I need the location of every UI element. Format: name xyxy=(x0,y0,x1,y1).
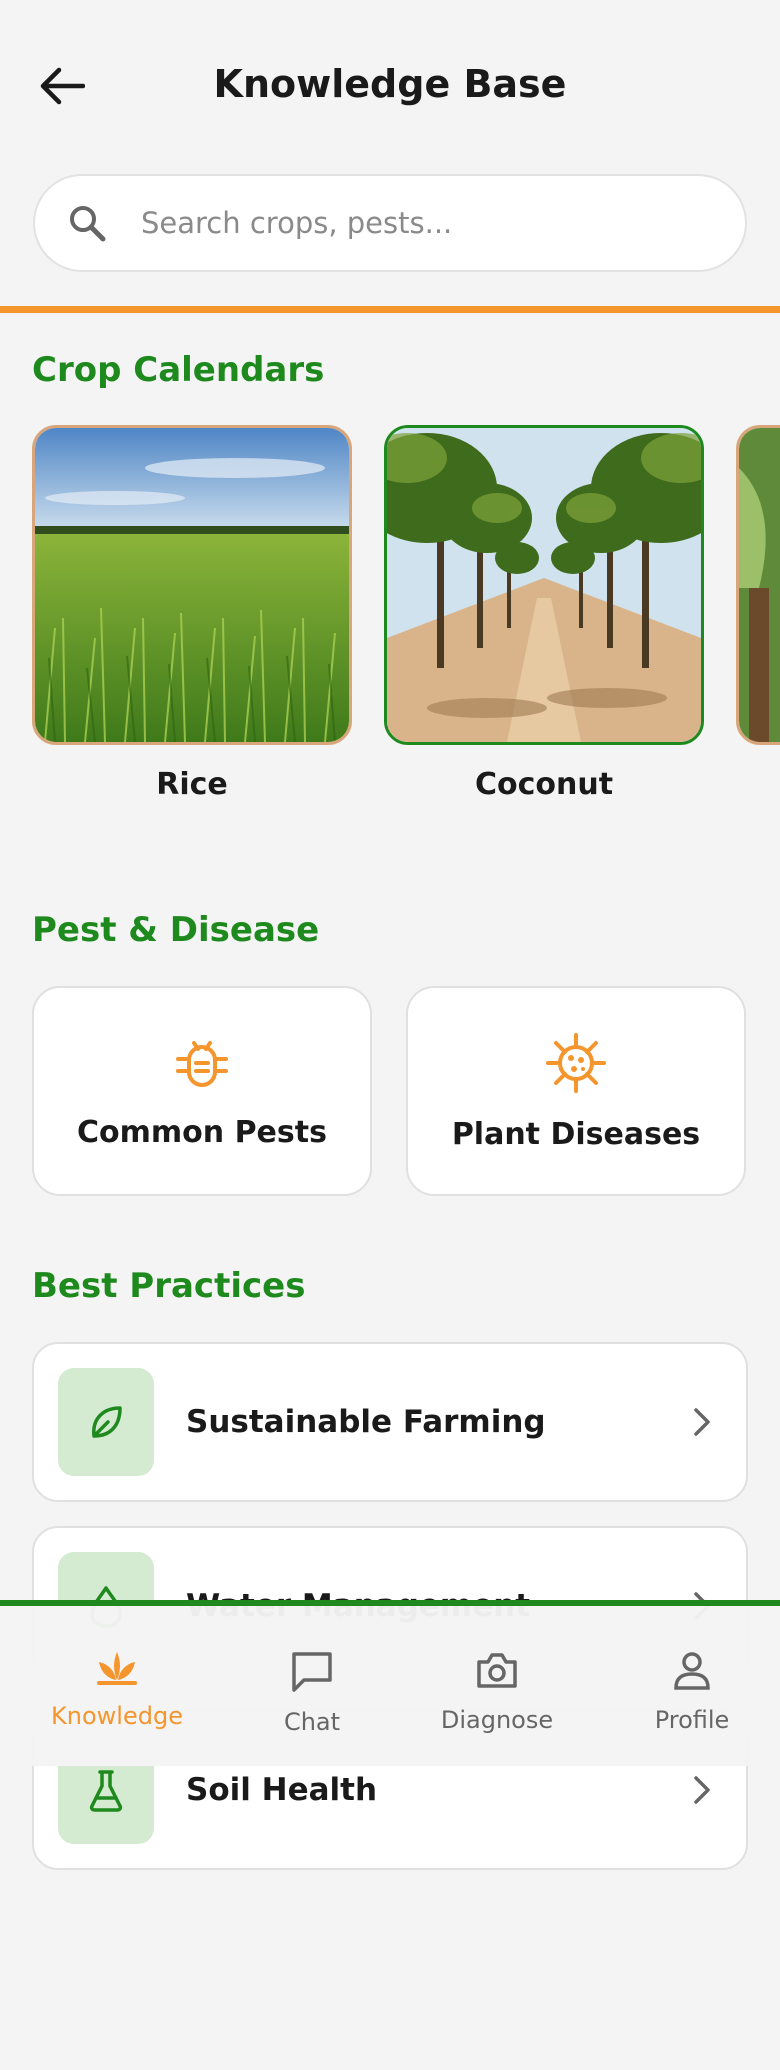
search-bar[interactable] xyxy=(33,174,747,272)
sprout-icon xyxy=(97,1652,137,1685)
rice-field-image xyxy=(32,425,352,745)
banana-plant-image xyxy=(736,425,780,745)
header: Knowledge Base xyxy=(0,0,780,170)
nav-label: Diagnose xyxy=(440,1706,554,1734)
bottom-nav: Knowledge Chat Diagnose Profile xyxy=(0,1600,780,1766)
coconut-grove-image xyxy=(384,425,704,745)
chat-icon xyxy=(292,1652,332,1692)
crop-card-rice[interactable]: Rice xyxy=(32,425,352,802)
search-input[interactable] xyxy=(141,206,701,240)
page-title: Knowledge Base xyxy=(213,62,567,106)
user-icon xyxy=(674,1652,710,1690)
card-label: Common Pests xyxy=(77,1114,327,1150)
virus-icon xyxy=(546,1032,606,1093)
accent-divider xyxy=(0,306,780,313)
bug-icon xyxy=(176,1040,228,1087)
practice-label: Sustainable Farming xyxy=(186,1404,546,1440)
search-icon xyxy=(59,203,115,243)
nav-label: Knowledge xyxy=(51,1702,183,1730)
section-title-crop-calendars: Crop Calendars xyxy=(32,350,325,390)
crop-label: Rice xyxy=(156,767,228,802)
nav-item-chat[interactable]: Chat xyxy=(217,1606,407,1766)
chevron-right-icon xyxy=(694,1408,710,1436)
nav-item-diagnose[interactable]: Diagnose xyxy=(402,1606,592,1766)
nav-label: Chat xyxy=(283,1708,341,1736)
chevron-right-icon xyxy=(694,1776,710,1804)
nav-item-profile[interactable]: Profile xyxy=(597,1606,780,1766)
crop-card-coconut[interactable]: Coconut xyxy=(384,425,704,802)
camera-icon xyxy=(477,1653,517,1688)
practice-item-sustainable-farming[interactable]: Sustainable Farming xyxy=(32,1342,748,1502)
crop-label: Coconut xyxy=(474,767,614,802)
crop-card-banana[interactable] xyxy=(736,425,780,767)
leaf-icon xyxy=(58,1368,154,1476)
plant-diseases-card[interactable]: Plant Diseases xyxy=(406,986,746,1196)
crop-carousel[interactable]: Rice Coconut xyxy=(32,425,780,815)
section-title-pest-disease: Pest & Disease xyxy=(32,910,320,950)
nav-item-knowledge[interactable]: Knowledge xyxy=(22,1606,212,1766)
card-label: Plant Diseases xyxy=(451,1116,701,1152)
section-title-best-practices: Best Practices xyxy=(32,1266,306,1306)
common-pests-card[interactable]: Common Pests xyxy=(32,986,372,1196)
nav-label: Profile xyxy=(654,1706,730,1734)
